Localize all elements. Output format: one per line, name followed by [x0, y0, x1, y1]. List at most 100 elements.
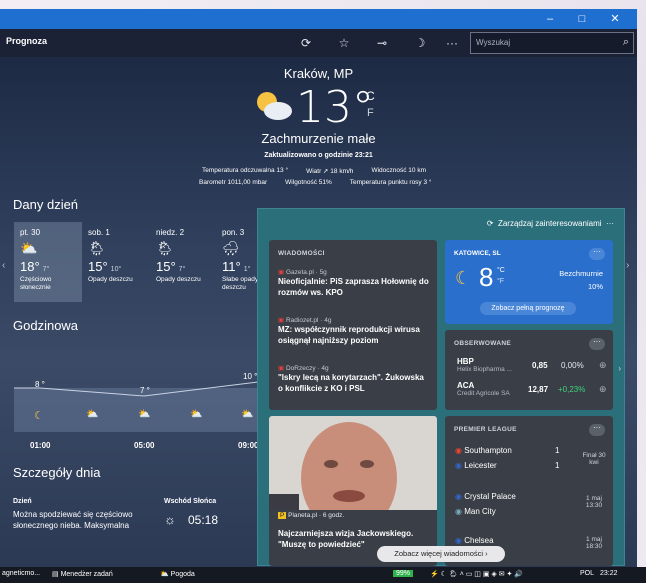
- day-low: 7°: [178, 266, 186, 273]
- language-indicator[interactable]: POL: [580, 570, 594, 577]
- taskbar-item-label: Pogoda: [170, 571, 195, 578]
- pin-icon[interactable]: ⊸: [372, 34, 392, 52]
- taskbar-item[interactable]: ⛅ Pogoda: [160, 570, 195, 578]
- unit-celsius[interactable]: C: [366, 89, 375, 103]
- weather-card-location: KATOWICE, SL: [454, 250, 501, 257]
- see-more-label: Zobacz więcej wiadomości: [394, 549, 484, 558]
- updated-time: Zaktualizowano o godzinie 23:21: [264, 152, 373, 159]
- news-source: Gazeta.pl · 5g: [285, 269, 327, 276]
- scroll-right-icon[interactable]: ›: [626, 260, 629, 271]
- sunrise-icon: ☼: [164, 512, 176, 527]
- day-high: 15°: [88, 259, 108, 274]
- daily-title: Dany dzień: [13, 197, 79, 212]
- day-name: sob. 1: [88, 228, 110, 237]
- match-row[interactable]: ◉ Crystal Palace ◉ Man City 1 maj 13:30: [455, 492, 605, 526]
- manage-interests[interactable]: ⟳ Zarządzaj zainteresowaniami ···: [487, 219, 614, 228]
- day-details-title: Szczegóły dnia: [13, 465, 101, 480]
- more-options-icon[interactable]: ···: [442, 34, 462, 52]
- partly-sunny-icon: ⛅: [20, 240, 38, 256]
- taskbar-item-label: Menedżer zadań: [60, 571, 113, 578]
- search-box[interactable]: Wyszukaj ⌕: [470, 32, 634, 54]
- hour-time: 09:00: [238, 441, 259, 450]
- source-logo-icon: ▣: [278, 269, 285, 276]
- day-high: 18°: [20, 259, 40, 274]
- weather-card-precip: 10%: [587, 282, 603, 291]
- rain-icon: 🌦: [156, 240, 174, 256]
- news-headline[interactable]: Nieoficjalnie: PiS zaprasza Hołownię do …: [278, 276, 430, 298]
- day-high: 15°: [156, 259, 176, 274]
- news-headline[interactable]: "Iskry lecą na korytarzach". Żukowska o …: [278, 372, 430, 394]
- refresh-icon[interactable]: ⟳: [296, 34, 316, 52]
- humidity: Wilgotność 51%: [285, 179, 332, 186]
- search-icon[interactable]: ⌕: [623, 36, 629, 49]
- more-options-icon[interactable]: ···: [589, 248, 605, 260]
- maximize-button[interactable]: □: [566, 9, 598, 29]
- team-crest-icon: ◉: [455, 461, 462, 470]
- news-item[interactable]: ▣ Radiozet.pl · 4g MZ: współczynnik repr…: [278, 316, 430, 346]
- day-card[interactable]: sob. 1 🌦 15° 10° Opady deszczu: [82, 222, 150, 302]
- full-forecast-button[interactable]: Zobacz pełną prognozę: [480, 302, 576, 315]
- team-crest-icon: ◉: [455, 536, 462, 545]
- close-button[interactable]: ✕: [599, 9, 631, 29]
- stock-price: 0,85: [532, 361, 548, 370]
- location-name: Kraków, MP: [283, 66, 354, 81]
- moon-icon: ☾: [34, 410, 44, 422]
- watchlist-card: OBSERWOWANE ··· HBP Helix Biopharma ... …: [445, 330, 621, 410]
- scroll-left-icon[interactable]: ‹: [2, 260, 5, 271]
- news-headline[interactable]: MZ: współczynnik reprodukcji wirusa osią…: [278, 324, 430, 346]
- hourly-title: Godzinowa: [13, 318, 79, 333]
- story-photo: [269, 416, 437, 510]
- weather-condition: Zachmurzenie małe: [261, 131, 376, 146]
- taskbar-item[interactable]: agneticmo...: [2, 570, 40, 577]
- feels-like: Temperatura odczuwalna 13 °: [202, 167, 289, 174]
- weather-card-unit-c[interactable]: °C: [497, 267, 505, 274]
- day-desc: Częściowo słonecznie: [20, 276, 52, 291]
- news-item[interactable]: ▣ Gazeta.pl · 5g Nieoficjalnie: PiS zapr…: [278, 268, 430, 298]
- moon-icon[interactable]: ☽: [410, 34, 430, 52]
- match-status: 1 maj 18:30: [585, 536, 603, 550]
- story-source: P Planeta.pl · 6 godz.: [278, 512, 344, 519]
- photo-story-card[interactable]: P Planeta.pl · 6 godz. Najczarniejsza wi…: [269, 416, 437, 566]
- refresh-icon[interactable]: ⟳: [487, 219, 494, 228]
- search-input[interactable]: Wyszukaj: [476, 38, 510, 47]
- unit-fahrenheit[interactable]: F: [367, 107, 374, 119]
- minimize-button[interactable]: –: [534, 9, 566, 29]
- weather-card[interactable]: KATOWICE, SL ··· ☾ 8 °C °F Bezchmurnie 1…: [445, 240, 613, 324]
- day-card[interactable]: pt. 30 ⛅ 18° 7° Częściowo słonecznie: [14, 222, 82, 302]
- day-name: pt. 30: [20, 228, 41, 237]
- chevron-right-icon[interactable]: ›: [618, 364, 621, 373]
- battery-indicator[interactable]: 99%: [393, 570, 414, 577]
- clock[interactable]: 23:22: [600, 570, 618, 577]
- manage-interests-link[interactable]: Zarządzaj zainteresowaniami: [498, 219, 602, 228]
- day-name: niedz. 2: [156, 228, 185, 237]
- away-team: Man City: [464, 507, 496, 516]
- details-row-1: Temperatura odczuwalna 13 ° Wiatr ➚ 18 k…: [202, 167, 426, 175]
- weather-card-unit-f[interactable]: °F: [497, 278, 504, 285]
- add-icon[interactable]: ⊕: [599, 360, 607, 371]
- add-icon[interactable]: ⊕: [599, 384, 607, 395]
- day-low: 1°: [243, 266, 251, 273]
- news-card-title: WIADOMOŚCI: [278, 250, 325, 257]
- day-desc: Opady deszczu: [156, 276, 201, 283]
- details-row-2: Barometr 1011,00 mbar Wilgotność 51% Tem…: [199, 179, 432, 186]
- rain-icon: 🌦: [88, 240, 106, 256]
- day-card[interactable]: niedz. 2 🌦 15° 7° Opady deszczu: [150, 222, 218, 302]
- see-more-news-button[interactable]: Zobacz więcej wiadomości ›: [377, 546, 505, 562]
- stock-row[interactable]: ACA Credit Agricole SA 12,87 +0,23% ⊕: [457, 381, 607, 401]
- match-row[interactable]: ◉ Southampton 1 ◉ Leicester 1 Finał 30 kwi: [455, 446, 606, 480]
- more-options-icon[interactable]: ···: [589, 424, 605, 436]
- dew-point: Temperatura punktu rosy 3 °: [349, 179, 432, 186]
- hour-time: 01:00: [30, 441, 51, 450]
- task-manager-icon: ▤: [52, 571, 59, 578]
- tray-icons[interactable]: ⚡ ☾ 🌦 ˄ ▭ ◫ ▣ ◈ ✉ ✦ 🔊: [430, 570, 523, 578]
- news-item[interactable]: ▣ DoRzeczy · 4g "Iskry lecą na korytarza…: [278, 364, 430, 394]
- favorite-star-icon[interactable]: ☆: [334, 34, 354, 52]
- home-team: Southampton: [464, 446, 512, 455]
- partly-cloudy-icon: ⛅: [138, 409, 151, 420]
- weather-card-temp: 8: [479, 262, 494, 292]
- day-label: Dzień: [13, 498, 32, 505]
- more-options-icon[interactable]: ···: [589, 338, 605, 350]
- stock-row[interactable]: HBP Helix Biopharma ... 0,85 0,00% ⊕: [457, 357, 607, 377]
- moon-icon: ☾: [455, 268, 472, 288]
- taskbar-item[interactable]: ▤ Menedżer zadań: [52, 570, 113, 578]
